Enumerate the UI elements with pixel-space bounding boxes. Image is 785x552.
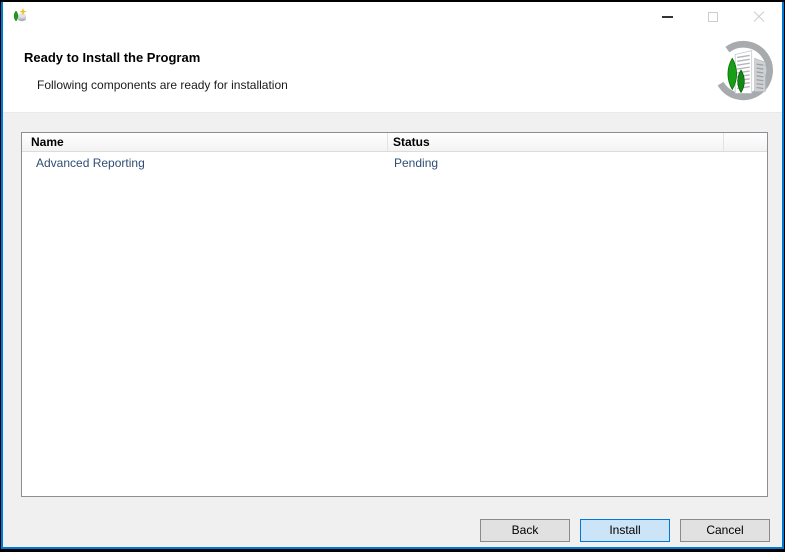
app-icon — [12, 8, 28, 24]
page-subtitle: Following components are ready for insta… — [37, 78, 288, 92]
titlebar[interactable] — [3, 2, 782, 31]
table-header: Name Status — [22, 133, 767, 152]
column-header-name[interactable]: Name — [22, 133, 388, 151]
components-table: Name Status Advanced Reporting Pending — [21, 132, 768, 497]
component-name: Advanced Reporting — [22, 153, 388, 175]
minimize-icon — [662, 16, 673, 18]
cancel-button[interactable]: Cancel — [680, 519, 770, 542]
column-header-spacer — [724, 133, 767, 151]
installer-window: Ready to Install the Program Following c… — [0, 0, 785, 552]
column-header-status[interactable]: Status — [388, 133, 724, 151]
window-frame: Ready to Install the Program Following c… — [1, 2, 784, 549]
maximize-button[interactable] — [690, 2, 736, 31]
page-title: Ready to Install the Program — [24, 50, 200, 65]
component-status: Pending — [388, 153, 724, 175]
maximize-icon — [708, 12, 718, 22]
close-icon — [753, 11, 765, 23]
company-logo — [708, 37, 776, 105]
wizard-header: Ready to Install the Program Following c… — [3, 31, 782, 113]
close-button[interactable] — [736, 2, 782, 31]
back-button[interactable]: Back — [480, 519, 570, 542]
install-button[interactable]: Install — [580, 519, 670, 542]
table-row[interactable]: Advanced Reporting Pending — [22, 153, 767, 175]
minimize-button[interactable] — [644, 2, 690, 31]
caption-buttons — [644, 2, 782, 31]
